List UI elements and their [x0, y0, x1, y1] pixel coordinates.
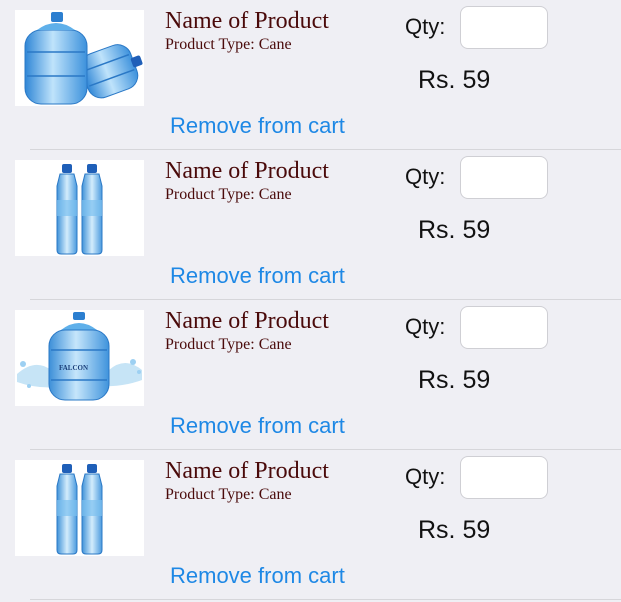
- product-type: Product Type: Cane: [165, 186, 292, 203]
- can-brand-text: FALCON: [59, 364, 88, 372]
- cart-item: Name of Product Product Type: Cane Qty: …: [0, 150, 621, 300]
- product-name: Name of Product: [165, 8, 329, 34]
- product-price: Rs. 59: [418, 516, 491, 544]
- qty-input[interactable]: [460, 306, 548, 349]
- remove-from-cart-link[interactable]: Remove from cart: [170, 263, 345, 289]
- qty-label: Qty:: [405, 464, 446, 489]
- product-name: Name of Product: [165, 158, 329, 184]
- product-type: Product Type: Cane: [165, 36, 292, 53]
- remove-from-cart-link[interactable]: Remove from cart: [170, 113, 345, 139]
- cart-item: Name of Product Product Type: Cane Qty: …: [0, 0, 621, 150]
- qty-label: Qty:: [405, 164, 446, 189]
- qty-input[interactable]: [460, 456, 548, 499]
- cart-item: FALCON Name of Product Product Type: Can…: [0, 300, 621, 450]
- water-bottles-image: [15, 460, 144, 556]
- product-type: Product Type: Cane: [165, 336, 292, 353]
- row-divider: [30, 599, 621, 600]
- qty-input[interactable]: [460, 156, 548, 199]
- product-name: Name of Product: [165, 458, 329, 484]
- qty-label: Qty:: [405, 314, 446, 339]
- water-can-splash-image: FALCON: [15, 310, 144, 406]
- qty-input[interactable]: [460, 6, 548, 49]
- water-bottles-image: [15, 160, 144, 256]
- product-type: Product Type: Cane: [165, 486, 292, 503]
- remove-from-cart-link[interactable]: Remove from cart: [170, 563, 345, 589]
- product-price: Rs. 59: [418, 366, 491, 394]
- product-price: Rs. 59: [418, 216, 491, 244]
- water-cans-image: [15, 10, 144, 106]
- qty-label: Qty:: [405, 14, 446, 39]
- product-price: Rs. 59: [418, 66, 491, 94]
- cart-list: Name of Product Product Type: Cane Qty: …: [0, 0, 621, 602]
- cart-item: Name of Product Product Type: Cane Qty: …: [0, 450, 621, 600]
- remove-from-cart-link[interactable]: Remove from cart: [170, 413, 345, 439]
- product-name: Name of Product: [165, 308, 329, 334]
